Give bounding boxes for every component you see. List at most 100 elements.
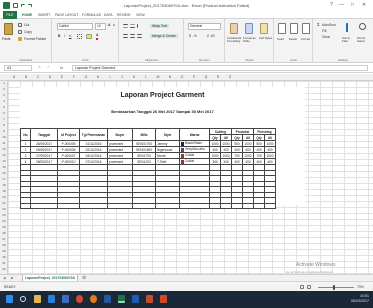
table-cell[interactable] (79, 202, 108, 209)
sheet-next-icon[interactable]: ▶ (11, 276, 14, 280)
wrap-text-button[interactable]: Wrap Text (150, 24, 170, 28)
table-cell[interactable] (30, 202, 58, 209)
insert-button[interactable]: Insert (277, 37, 284, 41)
tab-page-layout[interactable]: PAGE LAYOUT (55, 13, 78, 17)
row-header[interactable]: 21 (0, 201, 8, 205)
align-right-icon[interactable] (137, 34, 142, 38)
clear-button[interactable]: Clear (322, 35, 330, 39)
column-header[interactable]: I (104, 75, 116, 79)
tab-review[interactable]: REVIEW (117, 13, 130, 17)
row-header[interactable]: 22 (0, 207, 8, 211)
format-table-icon[interactable] (245, 23, 253, 34)
tab-file[interactable]: FILE (3, 11, 17, 19)
align-middle-icon[interactable] (130, 24, 135, 28)
formula-input[interactable]: Laporan Project Garment (72, 65, 368, 71)
tab-insert[interactable]: INSERT (38, 13, 50, 17)
row-header[interactable]: 5 (0, 105, 8, 109)
font-shrink-icon[interactable]: A (113, 24, 115, 27)
orientation-icon[interactable] (137, 24, 142, 28)
fill-button[interactable]: Fill (322, 29, 326, 33)
row-header[interactable]: 23 (0, 213, 8, 217)
row-header[interactable]: 14 (0, 159, 8, 163)
cell-styles-icon[interactable] (260, 23, 268, 34)
autosum-button[interactable]: AutoSum (322, 23, 336, 27)
zoom-slider-thumb[interactable] (333, 285, 335, 290)
store-icon[interactable] (62, 295, 69, 303)
format-painter-button[interactable]: Format Painter (24, 37, 46, 41)
table-cell[interactable] (132, 202, 156, 209)
file-explorer-icon[interactable] (34, 295, 41, 303)
sheet-prev-icon[interactable]: ◀ (3, 276, 6, 280)
tab-home[interactable]: HOME (22, 13, 32, 17)
column-header[interactable]: G (80, 75, 92, 79)
report-title[interactable]: Laporan Project Garment (20, 92, 305, 99)
align-center-icon[interactable] (130, 34, 135, 38)
column-header[interactable]: Q (200, 75, 212, 79)
table-cell[interactable] (57, 202, 80, 209)
table-cell[interactable] (231, 202, 243, 209)
column-header[interactable]: L (140, 75, 152, 79)
row-header[interactable]: 3 (0, 93, 8, 97)
table-cell[interactable] (107, 202, 133, 209)
column-header[interactable]: B (20, 75, 32, 79)
row-header[interactable]: 26 (0, 231, 8, 235)
row-header[interactable]: 16 (0, 171, 8, 175)
column-header[interactable]: E (56, 75, 68, 79)
copy-button[interactable]: Copy (24, 30, 32, 34)
table-cell[interactable] (253, 202, 265, 209)
maximize-button[interactable]: □ (351, 2, 354, 8)
column-header[interactable]: K (128, 75, 140, 79)
zoom-level[interactable]: 70% (357, 285, 364, 289)
column-header[interactable]: O (176, 75, 188, 79)
table-header-cell[interactable]: Tanggal (30, 128, 58, 141)
row-header[interactable]: 7 (0, 117, 8, 121)
font-size-select[interactable]: 10 (95, 23, 106, 30)
report-subtitle[interactable]: Berdasarkan Tanggal 26 Mei 2017 Sampai 3… (20, 109, 305, 114)
help-button[interactable]: ? (330, 2, 333, 8)
edge-icon[interactable] (48, 295, 55, 303)
format-table-button[interactable]: Format as Table (243, 37, 257, 43)
italic-button[interactable]: I (64, 34, 65, 38)
fx-icon[interactable]: fx (60, 65, 63, 70)
row-header[interactable]: 30 (0, 255, 8, 259)
close-button[interactable]: ✕ (362, 2, 366, 8)
column-header[interactable]: R (212, 75, 224, 79)
row-header[interactable]: 19 (0, 189, 8, 193)
decimal-icon[interactable]: .0 .00 (206, 34, 214, 38)
table-cell[interactable] (264, 202, 276, 209)
row-header[interactable]: 12 (0, 147, 8, 151)
sort-filter-icon[interactable] (346, 23, 353, 32)
align-left-icon[interactable] (123, 34, 128, 38)
row-header[interactable]: 9 (0, 129, 8, 133)
row-header[interactable]: 1 (0, 81, 8, 85)
conditional-formatting-button[interactable]: Conditional Formatting (227, 37, 242, 43)
column-header[interactable]: P (188, 75, 200, 79)
column-header[interactable]: A (8, 75, 20, 79)
normal-view-icon[interactable] (300, 285, 304, 289)
find-select-icon[interactable] (359, 23, 366, 30)
insert-icon[interactable] (278, 23, 286, 34)
table-header-cell[interactable]: Id Project (57, 128, 80, 141)
firefox-icon[interactable] (90, 295, 97, 303)
photoshop-icon[interactable] (132, 295, 139, 303)
column-header[interactable]: C (32, 75, 44, 79)
row-header[interactable]: 8 (0, 123, 8, 127)
table-cell[interactable] (155, 202, 180, 209)
excel-taskbar-icon[interactable] (118, 295, 125, 303)
formula-cancel-icon[interactable]: ✕ (38, 65, 41, 69)
format-button[interactable]: Format (301, 37, 310, 41)
column-header[interactable]: S (224, 75, 236, 79)
row-header[interactable]: 27 (0, 237, 8, 241)
table-header-cell[interactable]: Warna (179, 128, 210, 141)
row-header[interactable]: 17 (0, 177, 8, 181)
search-icon[interactable] (20, 296, 26, 302)
row-header[interactable]: 31 (0, 261, 8, 265)
table-header-cell[interactable]: Mills (132, 128, 156, 141)
sort-filter-button[interactable]: Sort & Filter (342, 37, 356, 43)
table-header-cell[interactable]: Buyer (107, 128, 133, 141)
font-color-icon[interactable]: A (96, 33, 99, 40)
format-icon[interactable] (302, 23, 310, 34)
minimize-button[interactable]: — (339, 2, 344, 8)
table-cell[interactable] (20, 202, 31, 209)
row-header[interactable]: 15 (0, 165, 8, 169)
